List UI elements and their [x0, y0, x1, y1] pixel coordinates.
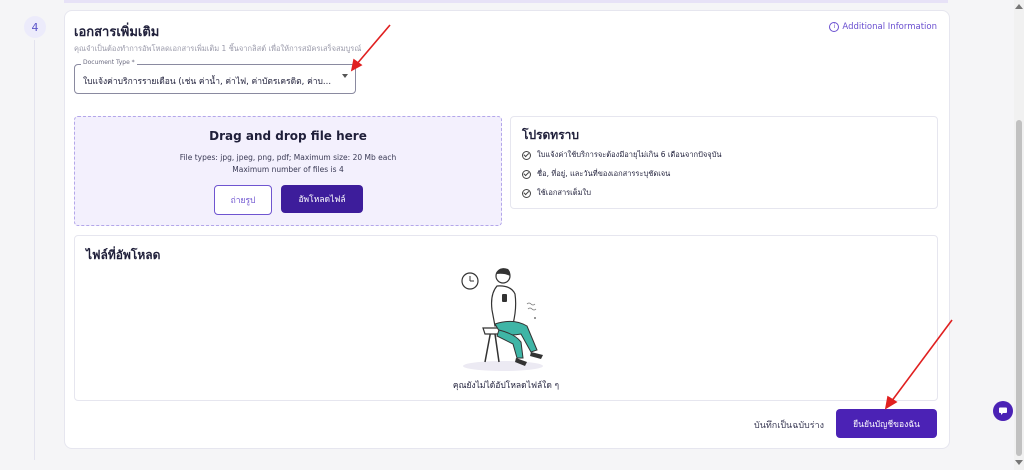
- check-circle-icon: [522, 188, 531, 198]
- save-draft-link[interactable]: บันทึกเป็นฉบับร่าง: [754, 418, 824, 432]
- dropzone-max-files: Maximum number of files is 4: [232, 165, 344, 174]
- upload-file-button[interactable]: อัพโหลดไฟล์: [281, 185, 363, 213]
- notice-panel: โปรดทราบ ใบแจ้งค่าใช้บริการจะต้องมีอายุไ…: [510, 116, 938, 209]
- empty-uploads-message: คุณยังไม่ได้อัปโหลดไฟล์ใด ๆ: [452, 381, 560, 391]
- section-subtitle: คุณจำเป็นต้องทำการอัพโหลดเอกสารเพิ่มเติม…: [74, 44, 362, 53]
- document-type-label: Document Type *: [81, 59, 137, 66]
- dropzone-file-types: File types: jpg, jpeg, png, pdf; Maximum…: [179, 153, 397, 162]
- top-divider: [64, 0, 948, 3]
- check-circle-icon: [522, 169, 531, 179]
- notice-item: ใบแจ้งค่าใช้บริการจะต้องมีอายุไม่เกิน 6 …: [522, 149, 722, 161]
- uploaded-files-title: ไฟล์ที่อัพโหลด: [86, 248, 161, 262]
- scroll-down-arrow-icon[interactable]: [1015, 460, 1023, 465]
- notice-item: ใช้เอกสารเต็มใบ: [522, 187, 591, 199]
- notice-title: โปรดทราบ: [522, 128, 580, 142]
- chat-icon: [999, 407, 1007, 415]
- uploaded-files-panel: ไฟล์ที่อัพโหลด คุณยังไม่ได้อัปโหลดไฟล์ใด…: [74, 235, 938, 401]
- dropzone-title: Drag and drop file here: [209, 129, 367, 143]
- confirm-account-button[interactable]: ยืนยันบัญชีของฉัน: [836, 409, 937, 438]
- document-type-select[interactable]: Document Type * ใบแจ้งค่าบริการรายเดือน …: [74, 59, 356, 94]
- chat-launcher-button[interactable]: [993, 401, 1013, 421]
- notice-item-text: ใบแจ้งค่าใช้บริการจะต้องมีอายุไม่เกิน 6 …: [537, 150, 722, 159]
- additional-information-label: Additional Information: [842, 22, 937, 32]
- file-dropzone[interactable]: Drag and drop file here File types: jpg,…: [74, 116, 502, 226]
- info-icon: i: [829, 22, 840, 32]
- take-photo-button[interactable]: ถ่ายรูป: [214, 185, 272, 215]
- notice-item-text: ชื่อ, ที่อยู่, และวันที่ของเอกสารระบุชัด…: [537, 169, 671, 178]
- scrollbar-thumb[interactable]: [1016, 120, 1022, 456]
- notice-item: ชื่อ, ที่อยู่, และวันที่ของเอกสารระบุชัด…: [522, 168, 670, 180]
- section-title: เอกสารเพิ่มเติม: [74, 25, 160, 40]
- check-circle-icon: [522, 150, 531, 160]
- notice-item-text: ใช้เอกสารเต็มใบ: [537, 188, 591, 197]
- document-type-value: ใบแจ้งค่าบริการรายเดือน (เช่น ค่าน้ำ, ค่…: [83, 77, 332, 87]
- step-number-badge: 4: [24, 16, 46, 38]
- empty-state-illustration: [461, 268, 543, 371]
- step-connector-line: [34, 40, 35, 460]
- scroll-up-arrow-icon[interactable]: [1015, 4, 1023, 9]
- additional-information-link[interactable]: i Additional Information: [829, 22, 937, 32]
- chevron-down-icon: [342, 74, 348, 78]
